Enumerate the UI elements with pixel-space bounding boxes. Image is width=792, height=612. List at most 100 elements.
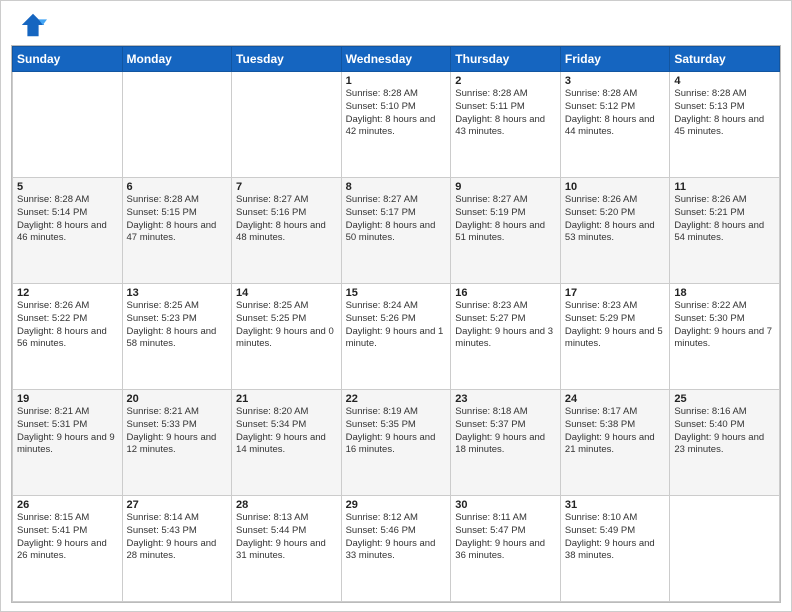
day-number: 10 (565, 181, 665, 193)
day-number: 1 (346, 75, 447, 87)
day-number: 29 (346, 499, 447, 511)
day-info: Sunrise: 8:26 AM Sunset: 5:20 PM Dayligh… (565, 194, 665, 245)
day-cell: 11Sunrise: 8:26 AM Sunset: 5:21 PM Dayli… (670, 178, 780, 284)
day-info: Sunrise: 8:25 AM Sunset: 5:23 PM Dayligh… (127, 300, 228, 351)
header-day-wednesday: Wednesday (341, 47, 451, 72)
day-cell: 21Sunrise: 8:20 AM Sunset: 5:34 PM Dayli… (232, 390, 342, 496)
day-cell: 3Sunrise: 8:28 AM Sunset: 5:12 PM Daylig… (560, 72, 669, 178)
day-number: 27 (127, 499, 228, 511)
day-cell: 5Sunrise: 8:28 AM Sunset: 5:14 PM Daylig… (13, 178, 123, 284)
week-row-4: 26Sunrise: 8:15 AM Sunset: 5:41 PM Dayli… (13, 496, 780, 602)
day-number: 13 (127, 287, 228, 299)
day-cell: 9Sunrise: 8:27 AM Sunset: 5:19 PM Daylig… (451, 178, 561, 284)
week-row-2: 12Sunrise: 8:26 AM Sunset: 5:22 PM Dayli… (13, 284, 780, 390)
day-info: Sunrise: 8:27 AM Sunset: 5:16 PM Dayligh… (236, 194, 337, 245)
header-day-thursday: Thursday (451, 47, 561, 72)
day-number: 14 (236, 287, 337, 299)
day-cell: 7Sunrise: 8:27 AM Sunset: 5:16 PM Daylig… (232, 178, 342, 284)
logo (19, 11, 51, 39)
day-cell: 10Sunrise: 8:26 AM Sunset: 5:20 PM Dayli… (560, 178, 669, 284)
day-cell: 15Sunrise: 8:24 AM Sunset: 5:26 PM Dayli… (341, 284, 451, 390)
logo-icon (19, 11, 47, 39)
header (1, 1, 791, 45)
day-number: 2 (455, 75, 556, 87)
day-info: Sunrise: 8:11 AM Sunset: 5:47 PM Dayligh… (455, 512, 556, 563)
day-cell (232, 72, 342, 178)
day-cell: 29Sunrise: 8:12 AM Sunset: 5:46 PM Dayli… (341, 496, 451, 602)
day-number: 6 (127, 181, 228, 193)
day-info: Sunrise: 8:21 AM Sunset: 5:31 PM Dayligh… (17, 406, 118, 457)
day-cell (670, 496, 780, 602)
header-day-sunday: Sunday (13, 47, 123, 72)
day-number: 25 (674, 393, 775, 405)
day-cell: 30Sunrise: 8:11 AM Sunset: 5:47 PM Dayli… (451, 496, 561, 602)
day-cell: 31Sunrise: 8:10 AM Sunset: 5:49 PM Dayli… (560, 496, 669, 602)
day-cell: 17Sunrise: 8:23 AM Sunset: 5:29 PM Dayli… (560, 284, 669, 390)
day-info: Sunrise: 8:19 AM Sunset: 5:35 PM Dayligh… (346, 406, 447, 457)
day-info: Sunrise: 8:26 AM Sunset: 5:21 PM Dayligh… (674, 194, 775, 245)
day-cell: 14Sunrise: 8:25 AM Sunset: 5:25 PM Dayli… (232, 284, 342, 390)
day-cell: 27Sunrise: 8:14 AM Sunset: 5:43 PM Dayli… (122, 496, 232, 602)
day-info: Sunrise: 8:23 AM Sunset: 5:27 PM Dayligh… (455, 300, 556, 351)
day-info: Sunrise: 8:28 AM Sunset: 5:12 PM Dayligh… (565, 88, 665, 139)
day-cell (122, 72, 232, 178)
day-cell: 20Sunrise: 8:21 AM Sunset: 5:33 PM Dayli… (122, 390, 232, 496)
day-info: Sunrise: 8:24 AM Sunset: 5:26 PM Dayligh… (346, 300, 447, 351)
day-info: Sunrise: 8:28 AM Sunset: 5:13 PM Dayligh… (674, 88, 775, 139)
day-number: 12 (17, 287, 118, 299)
day-number: 8 (346, 181, 447, 193)
day-info: Sunrise: 8:26 AM Sunset: 5:22 PM Dayligh… (17, 300, 118, 351)
day-info: Sunrise: 8:20 AM Sunset: 5:34 PM Dayligh… (236, 406, 337, 457)
day-info: Sunrise: 8:27 AM Sunset: 5:17 PM Dayligh… (346, 194, 447, 245)
day-cell: 6Sunrise: 8:28 AM Sunset: 5:15 PM Daylig… (122, 178, 232, 284)
day-info: Sunrise: 8:23 AM Sunset: 5:29 PM Dayligh… (565, 300, 665, 351)
calendar: SundayMondayTuesdayWednesdayThursdayFrid… (11, 45, 781, 603)
day-info: Sunrise: 8:16 AM Sunset: 5:40 PM Dayligh… (674, 406, 775, 457)
day-cell: 1Sunrise: 8:28 AM Sunset: 5:10 PM Daylig… (341, 72, 451, 178)
week-row-0: 1Sunrise: 8:28 AM Sunset: 5:10 PM Daylig… (13, 72, 780, 178)
calendar-table: SundayMondayTuesdayWednesdayThursdayFrid… (12, 46, 780, 602)
day-cell: 16Sunrise: 8:23 AM Sunset: 5:27 PM Dayli… (451, 284, 561, 390)
day-number: 4 (674, 75, 775, 87)
header-day-tuesday: Tuesday (232, 47, 342, 72)
day-number: 16 (455, 287, 556, 299)
header-day-saturday: Saturday (670, 47, 780, 72)
day-info: Sunrise: 8:28 AM Sunset: 5:10 PM Dayligh… (346, 88, 447, 139)
day-number: 26 (17, 499, 118, 511)
day-number: 15 (346, 287, 447, 299)
day-cell (13, 72, 123, 178)
day-info: Sunrise: 8:22 AM Sunset: 5:30 PM Dayligh… (674, 300, 775, 351)
day-info: Sunrise: 8:13 AM Sunset: 5:44 PM Dayligh… (236, 512, 337, 563)
week-row-3: 19Sunrise: 8:21 AM Sunset: 5:31 PM Dayli… (13, 390, 780, 496)
day-info: Sunrise: 8:27 AM Sunset: 5:19 PM Dayligh… (455, 194, 556, 245)
day-cell: 19Sunrise: 8:21 AM Sunset: 5:31 PM Dayli… (13, 390, 123, 496)
day-number: 17 (565, 287, 665, 299)
day-cell: 22Sunrise: 8:19 AM Sunset: 5:35 PM Dayli… (341, 390, 451, 496)
day-info: Sunrise: 8:21 AM Sunset: 5:33 PM Dayligh… (127, 406, 228, 457)
day-number: 28 (236, 499, 337, 511)
day-cell: 8Sunrise: 8:27 AM Sunset: 5:17 PM Daylig… (341, 178, 451, 284)
day-info: Sunrise: 8:12 AM Sunset: 5:46 PM Dayligh… (346, 512, 447, 563)
day-number: 19 (17, 393, 118, 405)
day-cell: 12Sunrise: 8:26 AM Sunset: 5:22 PM Dayli… (13, 284, 123, 390)
day-cell: 24Sunrise: 8:17 AM Sunset: 5:38 PM Dayli… (560, 390, 669, 496)
day-number: 21 (236, 393, 337, 405)
day-cell: 18Sunrise: 8:22 AM Sunset: 5:30 PM Dayli… (670, 284, 780, 390)
day-info: Sunrise: 8:28 AM Sunset: 5:15 PM Dayligh… (127, 194, 228, 245)
header-day-friday: Friday (560, 47, 669, 72)
calendar-body: 1Sunrise: 8:28 AM Sunset: 5:10 PM Daylig… (13, 72, 780, 602)
day-number: 22 (346, 393, 447, 405)
day-info: Sunrise: 8:10 AM Sunset: 5:49 PM Dayligh… (565, 512, 665, 563)
day-info: Sunrise: 8:28 AM Sunset: 5:14 PM Dayligh… (17, 194, 118, 245)
day-number: 7 (236, 181, 337, 193)
day-info: Sunrise: 8:28 AM Sunset: 5:11 PM Dayligh… (455, 88, 556, 139)
day-number: 18 (674, 287, 775, 299)
page: SundayMondayTuesdayWednesdayThursdayFrid… (0, 0, 792, 612)
day-number: 23 (455, 393, 556, 405)
day-info: Sunrise: 8:14 AM Sunset: 5:43 PM Dayligh… (127, 512, 228, 563)
day-number: 30 (455, 499, 556, 511)
day-cell: 23Sunrise: 8:18 AM Sunset: 5:37 PM Dayli… (451, 390, 561, 496)
day-number: 5 (17, 181, 118, 193)
day-info: Sunrise: 8:17 AM Sunset: 5:38 PM Dayligh… (565, 406, 665, 457)
header-row: SundayMondayTuesdayWednesdayThursdayFrid… (13, 47, 780, 72)
